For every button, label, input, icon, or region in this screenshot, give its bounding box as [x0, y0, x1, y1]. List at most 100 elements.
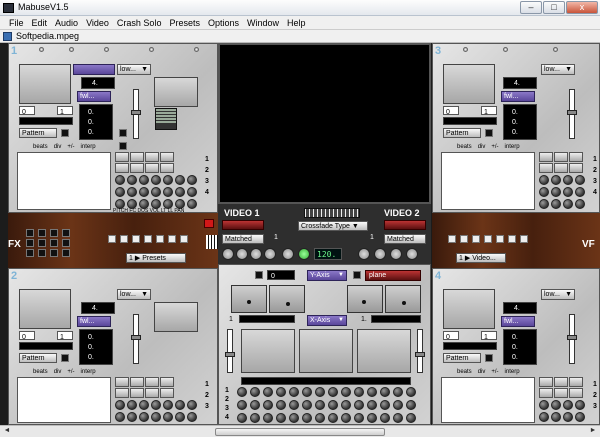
pattern-dropdown[interactable]: Pattern: [19, 353, 57, 363]
pattern-grid[interactable]: [17, 377, 111, 423]
xy-pad-3[interactable]: [347, 285, 383, 313]
volume-slider[interactable]: [567, 314, 577, 364]
left-value[interactable]: 0: [19, 106, 35, 116]
xy-pad-4[interactable]: [385, 285, 421, 313]
layer-preview-2[interactable]: [299, 329, 353, 373]
knob-c[interactable]: [250, 248, 262, 260]
volume-slider[interactable]: [567, 89, 577, 139]
play-button[interactable]: [298, 248, 310, 260]
value-display[interactable]: 4.: [81, 302, 115, 314]
left-value[interactable]: 0: [443, 331, 459, 341]
record-button[interactable]: [204, 219, 214, 228]
fwl-dropdown[interactable]: fwl...: [77, 316, 111, 327]
horizontal-scrollbar[interactable]: ◄ ►: [0, 425, 600, 437]
knob-g[interactable]: [390, 248, 402, 260]
knob-b[interactable]: [236, 248, 248, 260]
effect-preview[interactable]: [154, 302, 198, 332]
scroll-left-arrow[interactable]: ◄: [2, 427, 12, 437]
menu-window[interactable]: Window: [244, 16, 284, 29]
pattern-toggle[interactable]: [61, 354, 69, 362]
position-slider[interactable]: [19, 117, 73, 125]
pattern-toggle[interactable]: [485, 129, 493, 137]
video1-matched-dropdown[interactable]: Matched: [222, 234, 264, 244]
pad-buttons[interactable]: [115, 377, 174, 398]
pad-buttons[interactable]: [115, 152, 174, 173]
pattern-grid[interactable]: [441, 152, 535, 210]
mode-select[interactable]: low... ▼: [541, 64, 575, 75]
blend-mode-dropdown[interactable]: low...: [73, 64, 115, 75]
menu-audio[interactable]: Audio: [52, 16, 83, 29]
pattern-toggle[interactable]: [485, 354, 493, 362]
pattern-grid[interactable]: [441, 377, 535, 423]
plane-toggle[interactable]: [353, 271, 361, 279]
knob-grid[interactable]: [115, 400, 197, 422]
video2-matched-dropdown[interactable]: Matched: [384, 234, 426, 244]
volume-slider[interactable]: [131, 89, 141, 139]
right-value[interactable]: 1: [481, 331, 497, 341]
pad-buttons[interactable]: [539, 377, 583, 398]
pattern-dropdown[interactable]: Pattern: [443, 353, 481, 363]
close-button[interactable]: x: [566, 1, 598, 14]
fwl-dropdown[interactable]: fwl...: [501, 316, 535, 327]
fwl-dropdown[interactable]: fwl...: [501, 91, 535, 102]
x-slider-1[interactable]: [239, 315, 295, 323]
x-axis-dropdown[interactable]: X-Axis ▼: [307, 315, 347, 326]
maximize-button[interactable]: □: [543, 1, 565, 14]
mode-select[interactable]: low... ▼: [117, 289, 151, 300]
left-value[interactable]: 0: [443, 106, 459, 116]
pattern-dropdown[interactable]: Pattern: [443, 128, 481, 138]
video-dropdown[interactable]: 1 ▶ Video...: [456, 253, 506, 263]
y-axis-dropdown[interactable]: Y-Axis ▼: [307, 270, 347, 281]
pattern-grid[interactable]: [17, 152, 111, 210]
presets-dropdown[interactable]: 1 ▶ Presets: [126, 253, 186, 263]
knob-grid[interactable]: [115, 175, 197, 209]
knob-f[interactable]: [374, 248, 386, 260]
mix-slider-left[interactable]: [225, 329, 235, 373]
right-value[interactable]: 1: [481, 106, 497, 116]
mode-select[interactable]: low... ▼: [541, 289, 575, 300]
menu-crash-solo[interactable]: Crash Solo: [114, 16, 167, 29]
layer-preview-3[interactable]: [357, 329, 411, 373]
menu-video[interactable]: Video: [83, 16, 114, 29]
knob-h[interactable]: [406, 248, 418, 260]
x-slider-2[interactable]: [371, 315, 421, 323]
thumbnail-preview[interactable]: [443, 289, 495, 329]
crossfade-type-dropdown[interactable]: Crossfade Type ▼: [298, 221, 368, 231]
mix-slider-right[interactable]: [415, 329, 425, 373]
knob-d[interactable]: [264, 248, 276, 260]
right-value[interactable]: 1: [57, 106, 73, 116]
scroll-right-arrow[interactable]: ►: [588, 427, 598, 437]
position-slider[interactable]: [443, 117, 497, 125]
minimize-button[interactable]: –: [520, 1, 542, 14]
loop-toggle[interactable]: [119, 129, 127, 137]
value-display[interactable]: 4.: [503, 77, 537, 89]
value-display[interactable]: 4.: [503, 302, 537, 314]
mode-select[interactable]: low... ▼: [117, 64, 151, 75]
menu-edit[interactable]: Edit: [29, 16, 53, 29]
video2-source[interactable]: [384, 220, 426, 230]
video-output-screen[interactable]: [218, 43, 431, 204]
plane-dropdown[interactable]: plane: [365, 270, 421, 281]
layer-preview-1[interactable]: [241, 329, 295, 373]
pattern-toggle[interactable]: [61, 129, 69, 137]
value-display[interactable]: 4.: [81, 77, 115, 89]
video1-source[interactable]: [222, 220, 264, 230]
menu-options[interactable]: Options: [205, 16, 244, 29]
y-toggle[interactable]: [255, 271, 263, 279]
volume-slider[interactable]: [131, 314, 141, 364]
knob-a[interactable]: [222, 248, 234, 260]
menu-help[interactable]: Help: [284, 16, 311, 29]
pattern-dropdown[interactable]: Pattern: [19, 128, 57, 138]
position-slider[interactable]: [19, 342, 73, 350]
thumbnail-preview[interactable]: [19, 64, 71, 104]
menu-file[interactable]: File: [6, 16, 29, 29]
pad-buttons[interactable]: [539, 152, 583, 173]
knob-e[interactable]: [358, 248, 370, 260]
thumbnail-preview[interactable]: [443, 64, 495, 104]
effect-preview[interactable]: [154, 77, 198, 107]
right-value[interactable]: 1: [57, 331, 73, 341]
menu-presets[interactable]: Presets: [166, 16, 205, 29]
bottom-knob-grid[interactable]: [237, 387, 416, 423]
scrollbar-thumb[interactable]: [215, 428, 385, 436]
xy-pad-2[interactable]: [269, 285, 305, 313]
